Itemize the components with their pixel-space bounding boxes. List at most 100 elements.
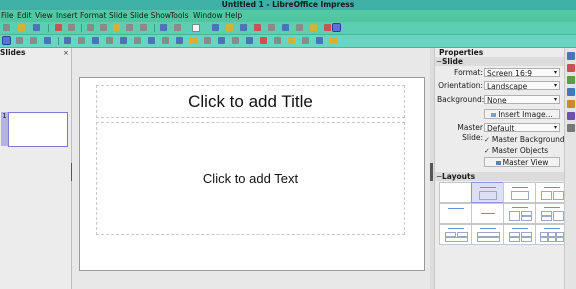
- menu-tools[interactable]: Tools: [170, 10, 188, 22]
- fill-color-icon[interactable]: [44, 37, 51, 44]
- menu-slide[interactable]: Slide: [109, 10, 127, 22]
- styles-icon[interactable]: [567, 100, 575, 108]
- slide-thumbnail[interactable]: [8, 112, 68, 147]
- master-view-label: Master View: [502, 158, 549, 167]
- layout-title-line: [512, 207, 528, 208]
- 3d-objects-icon[interactable]: [204, 37, 211, 44]
- background-dropdown[interactable]: None ▾: [484, 95, 560, 105]
- layouts-section-header[interactable]: −Layouts: [435, 172, 565, 181]
- menu-slide-show[interactable]: Slide Show: [130, 10, 171, 22]
- layout-title-content-over-content[interactable]: [471, 224, 505, 245]
- cut-icon[interactable]: [87, 24, 94, 31]
- arrange-icon[interactable]: [246, 37, 253, 44]
- layout-title-content[interactable]: [471, 182, 505, 203]
- basic-shapes-icon[interactable]: [120, 37, 127, 44]
- chevron-down-icon: ▾: [553, 96, 557, 103]
- slide-transition-icon[interactable]: [567, 64, 575, 72]
- orientation-dropdown[interactable]: Landscape ▾: [484, 81, 560, 91]
- text-icon[interactable]: [30, 37, 37, 44]
- menu-insert[interactable]: Insert: [56, 10, 78, 22]
- menu-window[interactable]: Window: [193, 10, 223, 22]
- save-icon[interactable]: [33, 24, 40, 31]
- flowchart-icon[interactable]: [162, 37, 169, 44]
- export-pdf-icon[interactable]: [55, 24, 62, 31]
- start-from-first-icon[interactable]: [324, 24, 331, 31]
- select-icon[interactable]: [2, 36, 11, 45]
- paste-icon[interactable]: [113, 24, 120, 31]
- points-icon[interactable]: [302, 37, 309, 44]
- insert-image-button[interactable]: Insert Image...: [484, 109, 560, 119]
- line-icon[interactable]: [64, 37, 71, 44]
- align-icon[interactable]: [232, 37, 239, 44]
- table-icon[interactable]: [212, 24, 219, 31]
- crop-icon[interactable]: [274, 37, 281, 44]
- text-box-icon[interactable]: [268, 24, 275, 31]
- layout-content-box: [556, 237, 564, 242]
- curve-icon[interactable]: [92, 37, 99, 44]
- layout-title-2-content-over[interactable]: [439, 224, 473, 245]
- zoom-pan-icon[interactable]: [16, 37, 23, 44]
- rotate-icon[interactable]: [218, 37, 225, 44]
- insert-image-label: Insert Image...: [498, 110, 553, 119]
- menu-format[interactable]: Format: [80, 10, 106, 22]
- layout-title-content-alt[interactable]: [503, 182, 537, 203]
- sidebar-splitter[interactable]: [430, 163, 433, 181]
- spelling-icon[interactable]: [174, 24, 181, 31]
- animation-icon[interactable]: [567, 76, 575, 84]
- checkmark-icon: ✓: [484, 136, 490, 144]
- find-replace-icon[interactable]: [160, 24, 167, 31]
- image-icon: [491, 113, 497, 117]
- menu-edit[interactable]: Edit: [17, 10, 32, 22]
- content-placeholder[interactable]: Click to add Text: [96, 122, 405, 235]
- master-background-checkbox[interactable]: ✓ Master Background: [484, 135, 565, 145]
- slide-canvas[interactable]: Click to add Title Click to add Text: [79, 77, 425, 271]
- menu-file[interactable]: File: [1, 10, 14, 22]
- arrow-icon[interactable]: [78, 37, 85, 44]
- master-objects-checkbox[interactable]: ✓ Master Objects: [484, 146, 548, 156]
- copy-icon[interactable]: [100, 24, 107, 31]
- properties-deck-icon[interactable]: [567, 52, 575, 60]
- slides-pane-title: Slides: [0, 48, 26, 57]
- print-icon[interactable]: [68, 24, 75, 31]
- gallery-icon[interactable]: [567, 112, 575, 120]
- undo-icon[interactable]: [126, 24, 133, 31]
- chevron-down-icon: ▾: [553, 82, 557, 89]
- shadow-icon[interactable]: [260, 37, 267, 44]
- connector-icon[interactable]: [106, 37, 113, 44]
- redo-icon[interactable]: [140, 24, 147, 31]
- chart-icon[interactable]: [240, 24, 247, 31]
- display-grid-icon[interactable]: [332, 23, 341, 32]
- filter-icon[interactable]: [288, 37, 295, 44]
- new-icon[interactable]: [3, 24, 10, 31]
- hyperlink-icon[interactable]: [296, 24, 303, 31]
- glue-points-icon[interactable]: [316, 37, 323, 44]
- layout-centered-text[interactable]: [471, 203, 505, 224]
- block-arrows-icon[interactable]: [148, 37, 155, 44]
- navigator-icon[interactable]: [567, 124, 575, 132]
- display-views-icon[interactable]: [192, 24, 200, 32]
- open-icon[interactable]: [18, 24, 25, 31]
- master-slide-dropdown[interactable]: Default ▾: [484, 123, 560, 133]
- master-slides-icon[interactable]: [567, 88, 575, 96]
- master-view-button[interactable]: Master View: [484, 157, 560, 167]
- image-icon[interactable]: [226, 24, 233, 31]
- toggle-extrusion-icon[interactable]: [330, 37, 337, 44]
- menu-view[interactable]: View: [35, 10, 53, 22]
- slide-section-header[interactable]: −Slide: [435, 57, 565, 66]
- comment-icon[interactable]: [310, 24, 317, 31]
- master-slide-value: Default: [487, 124, 515, 133]
- menu-help[interactable]: Help: [225, 10, 242, 22]
- layout-title-only[interactable]: [439, 203, 473, 224]
- special-character-icon[interactable]: [282, 24, 289, 31]
- stars-icon[interactable]: [190, 37, 197, 44]
- layout-title-4-content[interactable]: [503, 224, 537, 245]
- close-icon[interactable]: ×: [63, 49, 69, 57]
- title-placeholder[interactable]: Click to add Title: [96, 85, 405, 118]
- fontwork-icon[interactable]: [254, 24, 261, 31]
- layout-blank[interactable]: [439, 182, 473, 203]
- layout-title-2-content-content[interactable]: [503, 203, 537, 224]
- callouts-icon[interactable]: [176, 37, 183, 44]
- format-dropdown[interactable]: Screen 16:9 ▾: [484, 68, 560, 78]
- symbol-shapes-icon[interactable]: [134, 37, 141, 44]
- drawing-toolbar: [0, 35, 576, 48]
